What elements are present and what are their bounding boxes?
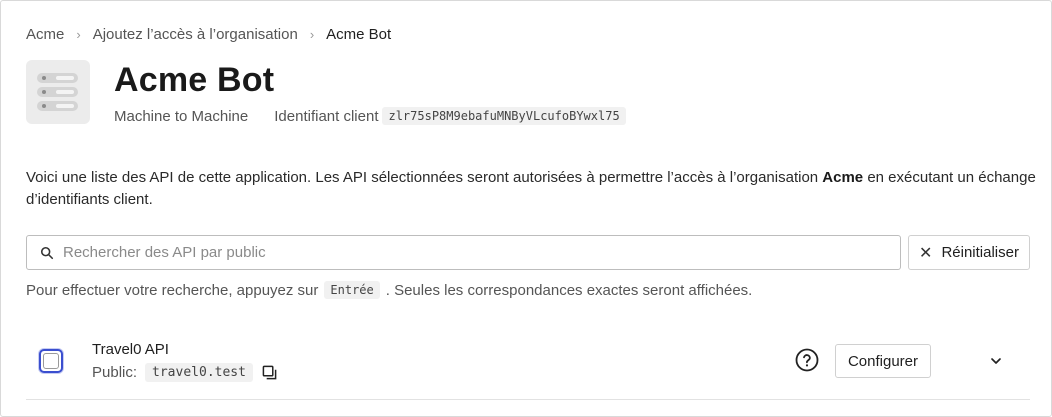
search-input[interactable] xyxy=(63,236,900,269)
api-select-checkbox[interactable] xyxy=(39,349,63,373)
breadcrumb-separator-icon: › xyxy=(309,26,315,42)
server-stack-icon xyxy=(26,60,90,124)
breadcrumb-item-acme[interactable]: Acme xyxy=(26,26,64,43)
search-field[interactable] xyxy=(26,235,901,270)
close-icon: ✕ xyxy=(919,244,933,262)
search-hint-text: Pour effectuer votre recherche, appuyez … xyxy=(26,281,319,299)
page-title: Acme Bot xyxy=(114,61,275,99)
description-text: Voici une liste des API de cette applica… xyxy=(26,169,823,186)
configure-button[interactable]: Configurer xyxy=(835,344,931,378)
page-frame: Acme › Ajoutez l’accès à l’organisation … xyxy=(0,0,1052,417)
breadcrumb-current: Acme Bot xyxy=(326,25,392,43)
api-list-item: Travel0 API Public: travel0.test Configu… xyxy=(26,321,1030,400)
breadcrumb-item-add-org-access[interactable]: Ajoutez l’accès à l’organisation xyxy=(93,26,298,43)
search-hint-text-end: . Seules les correspondances exactes ser… xyxy=(385,281,753,299)
api-audience-label: Public: xyxy=(92,363,138,381)
api-name: Travel0 API xyxy=(92,341,169,358)
client-id-label: Identifiant client xyxy=(274,107,379,125)
description: Voici une liste des API de cette applica… xyxy=(26,167,1036,211)
client-id-value[interactable]: zlr75sP8M9ebafuMNByVLcufoBYwxl75 xyxy=(382,107,626,125)
search-icon xyxy=(40,246,54,259)
breadcrumb-separator-icon: › xyxy=(76,26,81,42)
api-audience: Public: travel0.test xyxy=(92,362,277,382)
reset-button[interactable]: ✕ Réinitialiser xyxy=(908,235,1030,270)
reset-button-label: Réinitialiser xyxy=(941,244,1019,261)
checkbox-box xyxy=(43,353,59,369)
breadcrumb: Acme › Ajoutez l’accès à l’organisation … xyxy=(26,24,391,44)
enter-key-badge: Entrée xyxy=(324,281,380,299)
description-org: Acme xyxy=(822,169,864,186)
chevron-down-icon[interactable] xyxy=(989,354,1003,368)
copy-icon[interactable] xyxy=(262,365,277,380)
help-icon[interactable] xyxy=(795,348,819,372)
app-meta: Machine to Machine Identifiant client zl… xyxy=(114,106,626,126)
api-audience-value: travel0.test xyxy=(145,362,253,382)
app-type: Machine to Machine xyxy=(114,107,249,125)
search-hint: Pour effectuer votre recherche, appuyez … xyxy=(26,279,752,301)
